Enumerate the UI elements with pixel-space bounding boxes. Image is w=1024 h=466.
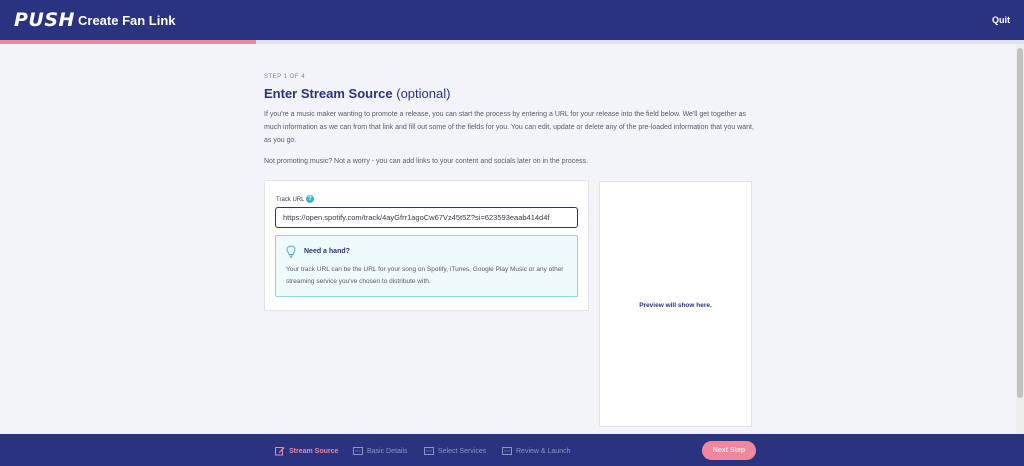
step-box-icon [353,447,363,455]
next-step-button[interactable]: Next Step [702,441,756,460]
track-url-label: Track URL [276,197,305,203]
scrollbar-thumb[interactable] [1017,48,1023,398]
help-icon[interactable]: ? [306,195,314,203]
step-review-launch[interactable]: Review & Launch [502,446,570,456]
lightbulb-icon [286,245,296,258]
preview-placeholder: Preview will show here. [639,302,712,309]
page-title: Enter Stream Source (optional) [264,86,450,101]
step-counter: STEP 1 OF 4 [264,74,306,80]
step-select-services-label: Select Services [438,447,487,455]
push-logo[interactable]: PUSH [14,9,75,31]
preview-panel: Preview will show here. [599,181,752,427]
edit-icon [275,447,285,456]
step-stream-source[interactable]: Stream Source [275,446,338,456]
step-stream-source-label: Stream Source [289,447,339,455]
hint-title: Need a hand? [304,248,350,255]
step-basic-details[interactable]: Basic Details [353,446,407,456]
step-box-icon [424,447,434,455]
page-header-title: Create Fan Link [78,13,176,28]
hint-text: Your track URL can be the URL for your s… [286,266,564,285]
app-header: PUSH Create Fan Link Quit [0,0,1024,40]
step-basic-details-label: Basic Details [367,447,408,455]
page-title-main: Enter Stream Source [264,86,393,101]
track-url-input[interactable] [275,207,578,228]
intro-text: If you're a music maker wanting to promo… [264,111,754,144]
stream-source-card: Track URL ? Need a hand? Your track URL … [264,180,589,311]
progress-bar [0,40,1024,44]
footer-bar: Stream Source Basic Details Select Servi… [0,434,1024,466]
progress-fill [0,40,256,44]
step-box-icon [502,447,512,455]
quit-button[interactable]: Quit [992,15,1010,25]
hint-box: Need a hand? Your track URL can be the U… [275,235,578,297]
step-review-launch-label: Review & Launch [516,447,571,455]
intro-secondary-text: Not promoting music? Not a worry - you c… [264,158,589,165]
step-select-services[interactable]: Select Services [424,446,486,456]
page-title-suffix: (optional) [396,86,451,101]
